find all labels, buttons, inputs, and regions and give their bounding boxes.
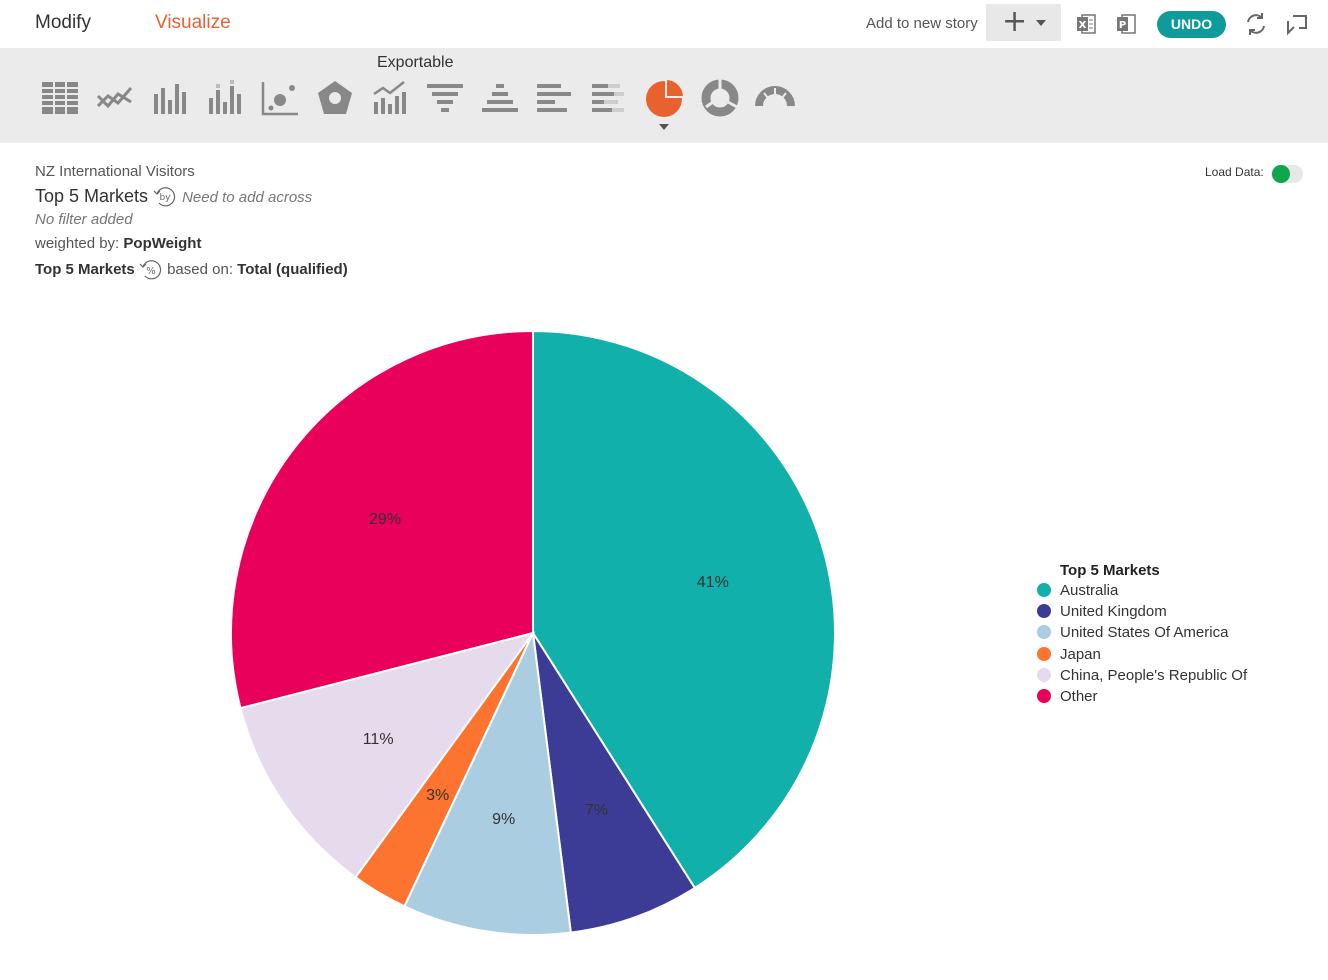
- table-icon[interactable]: [38, 76, 82, 120]
- donut-chart-icon[interactable]: [698, 76, 742, 120]
- scatter-icon[interactable]: [258, 76, 302, 120]
- visualization-toolbar: Exportable: [0, 48, 1328, 143]
- weighting-row: weighted by: PopWeight: [35, 235, 201, 252]
- tab-modify[interactable]: Modify: [35, 12, 91, 34]
- tab-visualize[interactable]: Visualize: [155, 12, 231, 34]
- add-to-story-label[interactable]: Add to new story: [866, 15, 978, 32]
- legend-item[interactable]: Australia: [1037, 582, 1118, 599]
- svg-text:X: X: [1079, 20, 1087, 31]
- svg-text:P: P: [1119, 20, 1126, 31]
- legend-label: United States Of America: [1060, 624, 1229, 642]
- svg-text:by: by: [160, 193, 172, 203]
- pyramid-icon[interactable]: [478, 76, 522, 120]
- pie-data-label: 29%: [369, 511, 401, 528]
- legend-label: Other: [1060, 688, 1098, 705]
- by-hint[interactable]: Need to add across: [182, 189, 312, 206]
- horizontal-bar-icon[interactable]: [533, 76, 577, 120]
- load-data-label: Load Data:: [1205, 165, 1264, 179]
- legend-label: Japan: [1060, 645, 1101, 663]
- chevron-down-icon: [1036, 20, 1046, 26]
- load-data-toggle[interactable]: [1271, 165, 1303, 183]
- pie-data-label: 7%: [585, 802, 608, 819]
- bar-chart-icon[interactable]: [148, 76, 192, 120]
- plus-icon: +: [1002, 4, 1028, 39]
- percent-swap-icon[interactable]: %: [139, 259, 163, 281]
- legend-item[interactable]: Other: [1037, 688, 1098, 705]
- powerpoint-export-icon[interactable]: P: [1116, 13, 1136, 35]
- funnel-icon[interactable]: [423, 76, 467, 120]
- weight-variable[interactable]: PopWeight: [123, 235, 201, 252]
- combo-chart-icon[interactable]: [368, 76, 412, 120]
- legend-item[interactable]: United Kingdom: [1037, 603, 1167, 620]
- undo-button[interactable]: UNDO: [1157, 11, 1226, 38]
- pie-data-label: 11%: [363, 731, 394, 748]
- line-chart-icon[interactable]: [93, 76, 137, 120]
- radar-icon[interactable]: [313, 76, 357, 120]
- table-title[interactable]: Top 5 Markets: [35, 186, 148, 206]
- legend-label: United Kingdom: [1060, 603, 1167, 621]
- present-icon[interactable]: [1284, 11, 1310, 37]
- table-title-row: Top 5 Markets by Need to add across: [35, 186, 312, 208]
- legend-label: Australia: [1060, 582, 1119, 599]
- legend-label: China, People's Republic Of: [1060, 666, 1248, 684]
- pie-data-label: 9%: [492, 811, 515, 828]
- legend-swatch: [1037, 625, 1051, 640]
- top-bar: Modify Visualize Add to new story + X P …: [0, 0, 1328, 48]
- legend-item[interactable]: Japan: [1037, 646, 1101, 663]
- stacked-bar-icon[interactable]: [203, 76, 247, 120]
- legend-swatch: [1037, 689, 1051, 703]
- base-variable[interactable]: Top 5 Markets: [35, 261, 135, 278]
- legend-swatch: [1037, 667, 1051, 682]
- legend-swatch: [1037, 604, 1051, 619]
- legend-swatch: [1037, 646, 1051, 661]
- gauge-icon[interactable]: [753, 76, 797, 120]
- add-to-story-button[interactable]: +: [986, 4, 1061, 41]
- pie-data-label: 3%: [426, 787, 449, 804]
- legend-swatch: [1037, 583, 1051, 597]
- legend-item[interactable]: China, People's Republic Of: [1037, 667, 1247, 684]
- stacked-horizontal-bar-icon[interactable]: [588, 76, 632, 120]
- weighted-label: weighted by:: [35, 235, 120, 252]
- toggle-knob: [1272, 165, 1290, 183]
- pie-chart-icon[interactable]: [643, 76, 687, 120]
- based-on-value[interactable]: Total (qualified): [237, 261, 348, 278]
- dataset-name: NZ International Visitors: [35, 163, 195, 180]
- swap-by-icon[interactable]: by: [153, 186, 177, 208]
- excel-export-icon[interactable]: X: [1076, 13, 1096, 35]
- chevron-down-icon[interactable]: [659, 124, 669, 130]
- filter-status[interactable]: No filter added: [35, 211, 133, 228]
- base-row: Top 5 Markets % based on: Total (qualifi…: [35, 259, 348, 281]
- based-on-label: based on:: [167, 260, 233, 278]
- refresh-icon[interactable]: [1243, 11, 1269, 37]
- legend-title: Top 5 Markets: [1060, 562, 1160, 579]
- pie-data-label: 41%: [697, 574, 729, 591]
- exportable-label: Exportable: [377, 54, 454, 71]
- legend-item[interactable]: United States Of America: [1037, 624, 1228, 641]
- svg-text:%: %: [146, 266, 156, 277]
